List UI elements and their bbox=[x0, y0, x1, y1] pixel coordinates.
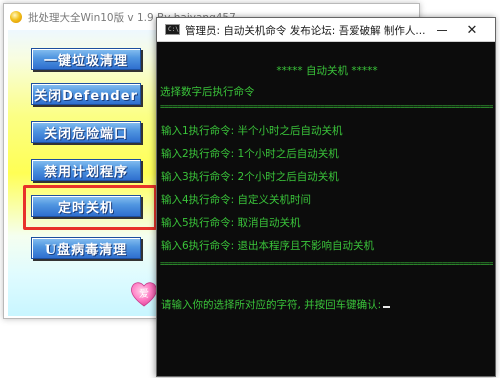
menu-option-4: 输入4执行命令: 自定义关机时间 bbox=[161, 194, 312, 206]
console-titlebar[interactable]: C:\ 管理员: 自动关机命令 发布论坛: 吾爱破解 制作人... ✕ bbox=[157, 18, 495, 42]
console-minimize-button[interactable] bbox=[433, 22, 451, 38]
input-prompt-text: 请输入你的选择所对应的字符, 并按回车键确认: bbox=[161, 299, 382, 311]
console-title: 管理员: 自动关机命令 发布论坛: 吾爱破解 制作人... bbox=[185, 25, 426, 37]
console-input-line[interactable]: 请输入你的选择所对应的字符, 并按回车键确认: bbox=[161, 297, 391, 312]
batch-tool-menu-panel: 一键垃圾清理 关闭Defender 关闭危险端口 禁用计划程序 定时关机 U盘病… bbox=[8, 30, 160, 316]
console-icon: C:\ bbox=[165, 24, 180, 35]
close-dangerous-ports-button[interactable]: 关闭危险端口 bbox=[31, 121, 141, 143]
usb-virus-cleanup-button[interactable]: U盘病毒清理 bbox=[31, 237, 141, 259]
console-output[interactable]: ***** 自动关机 ***** 选择数字后执行命令 =============… bbox=[157, 42, 495, 378]
menu-option-1: 输入1执行命令: 半个小时之后自动关机 bbox=[161, 125, 343, 137]
menu-option-6: 输入6执行命令: 退出本程序且不影响自动关机 bbox=[161, 240, 375, 252]
menu-option-2: 输入2执行命令: 1个小时之后自动关机 bbox=[161, 148, 339, 160]
heart-badge-text: 爱 bbox=[139, 287, 149, 300]
separator-line: ========================================… bbox=[160, 262, 493, 268]
junk-cleanup-button[interactable]: 一键垃圾清理 bbox=[31, 48, 141, 70]
highlight-annotation-box bbox=[23, 185, 157, 230]
text-cursor bbox=[383, 306, 391, 308]
separator-line: ========================================… bbox=[160, 105, 493, 111]
console-header: ***** 自动关机 ***** bbox=[276, 65, 378, 77]
menu-option-3: 输入3执行命令: 2个小时之后自动关机 bbox=[161, 171, 339, 183]
console-prompt: 选择数字后执行命令 bbox=[160, 86, 255, 98]
close-icon: ✕ bbox=[466, 22, 478, 38]
app-logo-icon bbox=[10, 11, 22, 23]
console-window: C:\ 管理员: 自动关机命令 发布论坛: 吾爱破解 制作人... ✕ ****… bbox=[156, 17, 496, 377]
disable-defender-button[interactable]: 关闭Defender bbox=[31, 83, 141, 105]
minimize-icon bbox=[437, 29, 447, 31]
menu-option-5: 输入5执行命令: 取消自动关机 bbox=[161, 217, 301, 229]
heart-icon: 爱 bbox=[131, 282, 157, 307]
console-close-button[interactable]: ✕ bbox=[461, 21, 483, 39]
disable-task-scheduler-button[interactable]: 禁用计划程序 bbox=[31, 159, 141, 181]
